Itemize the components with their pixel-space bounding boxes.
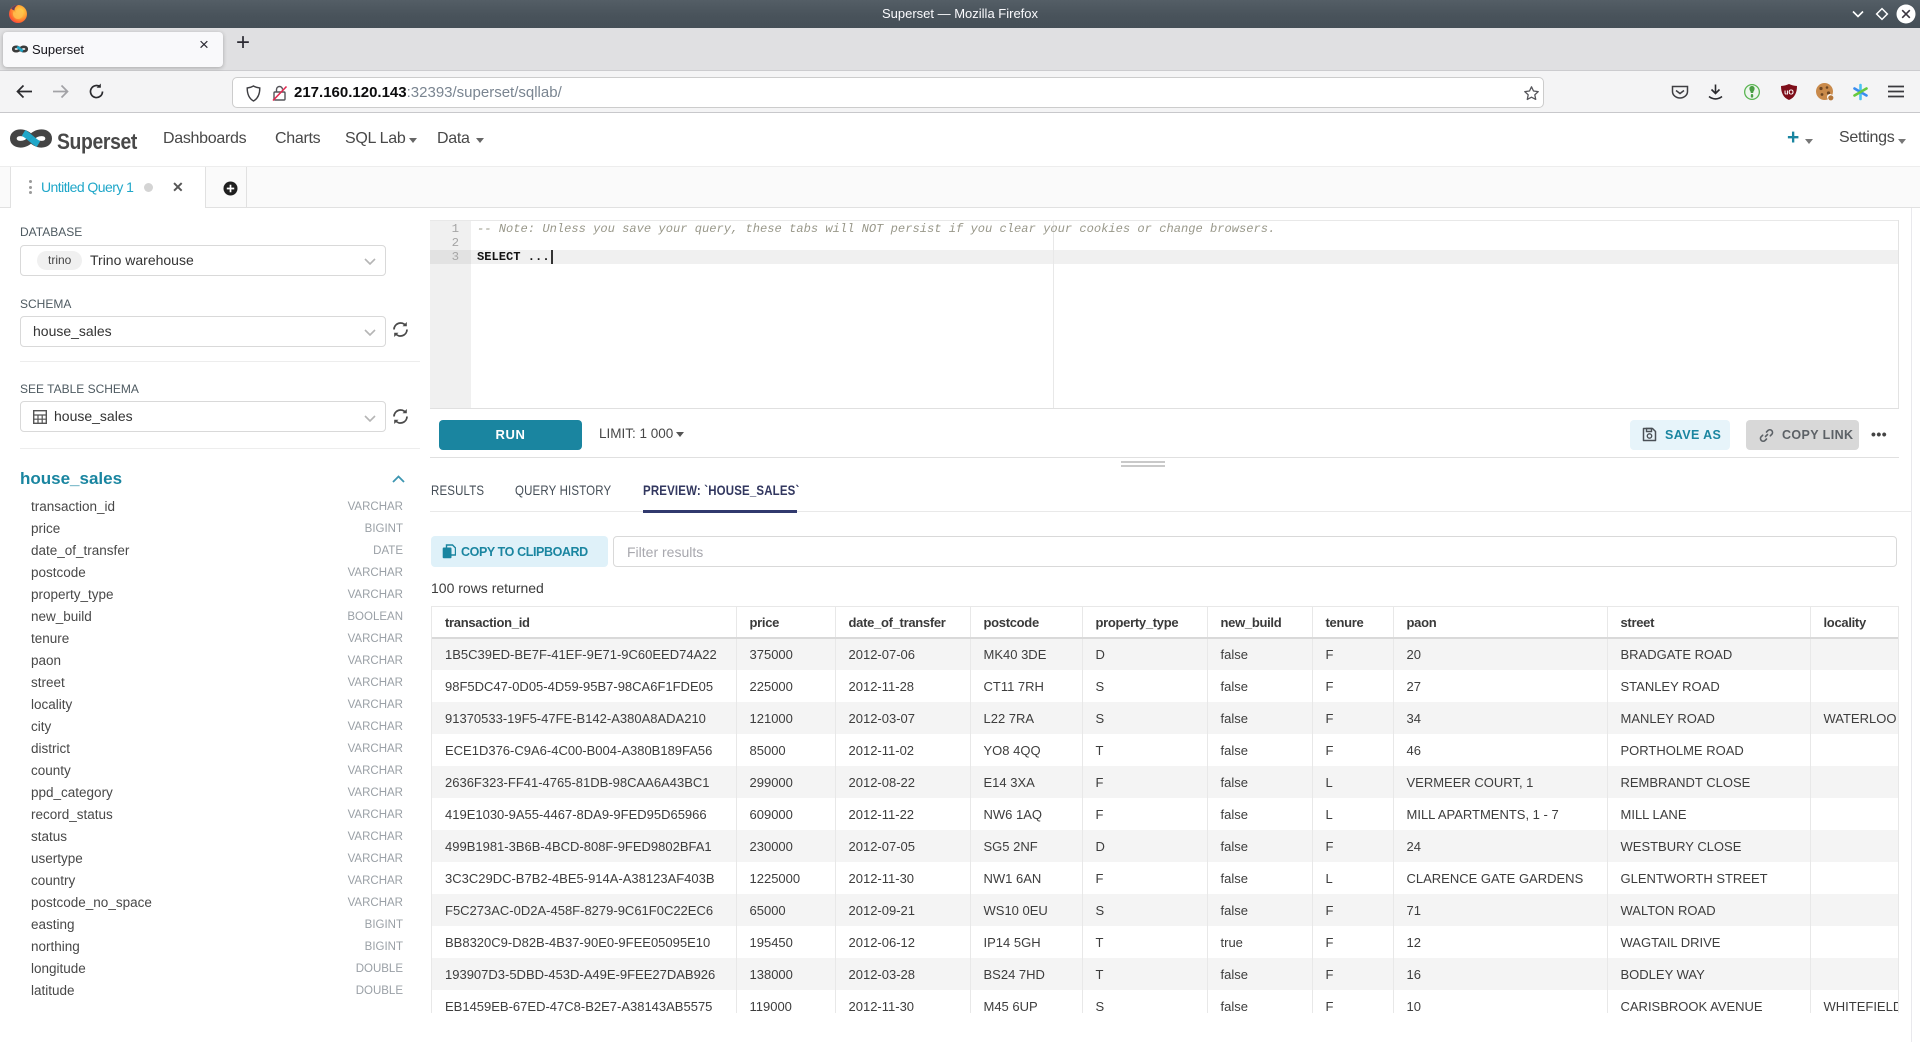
svg-text:uO: uO xyxy=(1784,90,1794,97)
